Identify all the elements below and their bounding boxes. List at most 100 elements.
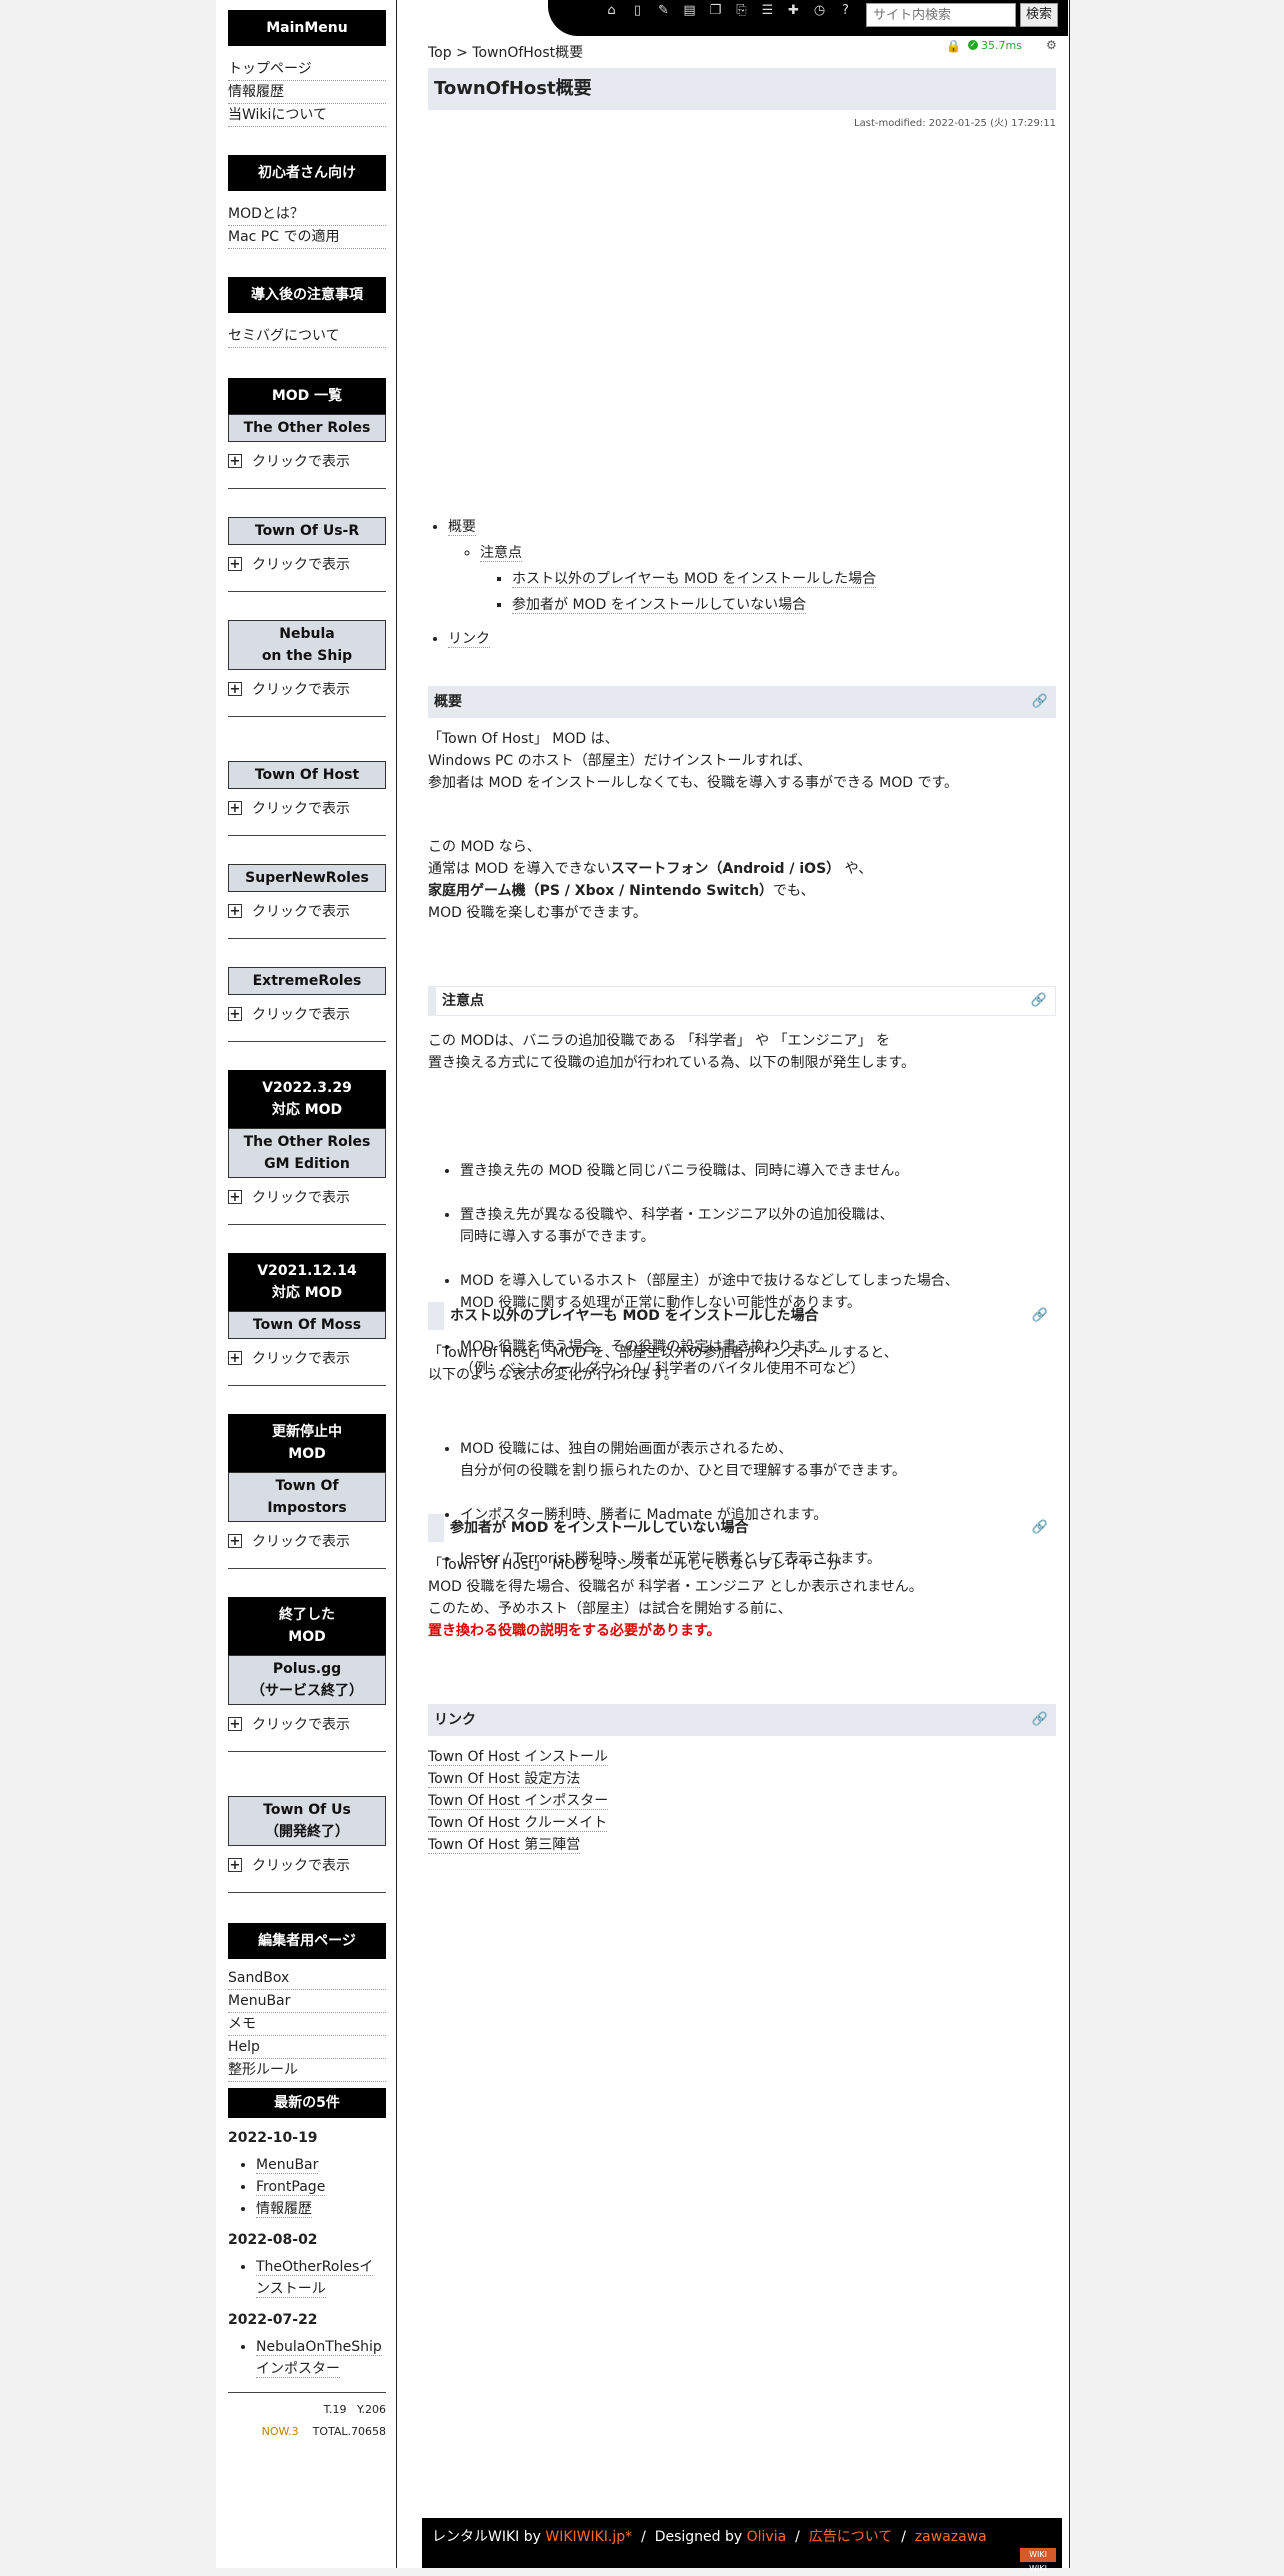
plus-icon[interactable]: +	[228, 1858, 242, 1872]
sidebar-link-memo[interactable]: メモ	[228, 2013, 386, 2036]
sidebar-toggle[interactable]: + クリックで表示	[228, 553, 386, 575]
toc-link-overview[interactable]: 概要	[448, 519, 476, 536]
link-impostor[interactable]: Town Of Host インポスター	[428, 1793, 609, 1810]
sidebar-mod-nebula: Nebula on the Ship	[228, 620, 386, 670]
notes-paragraph: この MODは、バニラの追加役職である 「科学者」 や 「エンジニア」 を 置き…	[428, 1030, 1056, 1074]
list-item: 置き換え先の MOD 役職と同じバニラ役職は、同時に導入できません。	[460, 1160, 1056, 1182]
toc-link-case1[interactable]: ホスト以外のプレイヤーも MOD をインストールした場合	[512, 571, 877, 588]
toggle-label[interactable]: クリックで表示	[252, 679, 350, 699]
copy-icon[interactable]: ❐	[706, 2, 725, 19]
sidebar-link-sandbox[interactable]: SandBox	[228, 1967, 386, 1990]
footer-link-ads[interactable]: 広告について	[809, 2529, 893, 2545]
plus-icon[interactable]: +	[228, 557, 242, 571]
sidebar-link-top[interactable]: トップページ	[228, 58, 386, 81]
wikiwiki-badge[interactable]: WIKI WIKI	[1020, 2548, 1056, 2573]
recent-link-frontpage[interactable]: FrontPage	[256, 2179, 326, 2196]
recent-icon[interactable]: ◷	[810, 2, 829, 19]
sidebar-link-semibug[interactable]: セミバグについて	[228, 325, 386, 348]
list-icon[interactable]: ☰	[758, 2, 777, 19]
sidebar-toggle[interactable]: + クリックで表示	[228, 1530, 386, 1552]
home-icon[interactable]: ⌂	[602, 2, 621, 19]
plus-icon[interactable]: +	[228, 1717, 242, 1731]
sidebar-toggle[interactable]: + クリックで表示	[228, 678, 386, 700]
edit-icon[interactable]: ✎	[654, 2, 673, 19]
recent-link-menubar[interactable]: MenuBar	[256, 2157, 319, 2174]
anchor-link-icon[interactable]: 🔗	[1032, 1704, 1048, 1736]
plus-icon[interactable]: +	[228, 1351, 242, 1365]
anchor-link-icon[interactable]: 🔗	[1032, 1302, 1048, 1330]
footer-link-olivia[interactable]: Olivia	[747, 2529, 787, 2545]
footer-link-zawazawa[interactable]: zawazawa	[915, 2529, 987, 2545]
plus-icon[interactable]: +	[228, 801, 242, 815]
toggle-label[interactable]: クリックで表示	[252, 554, 350, 574]
toc-link-links[interactable]: リンク	[448, 631, 490, 648]
sidebar-link-help[interactable]: Help	[228, 2036, 386, 2059]
new-icon[interactable]: ✚	[784, 2, 803, 19]
toggle-label[interactable]: クリックで表示	[252, 1714, 350, 1734]
plus-icon[interactable]: +	[228, 1190, 242, 1204]
plus-icon[interactable]: +	[228, 454, 242, 468]
sidebar-toggle[interactable]: + クリックで表示	[228, 450, 386, 472]
lock-icon[interactable]: 🔒	[946, 39, 961, 53]
text-span: 通常は MOD を導入できない	[428, 861, 611, 877]
diff-icon[interactable]: ▤	[680, 2, 699, 19]
sidebar-toggle[interactable]: + クリックで表示	[228, 1186, 386, 1208]
toc-link-case2[interactable]: 参加者が MOD をインストールしていない場合	[512, 597, 807, 614]
link-crewmate[interactable]: Town Of Host クルーメイト	[428, 1815, 608, 1832]
status-area: 🔒 ✓ 35.7ms ⚙	[946, 38, 1057, 53]
toggle-label[interactable]: クリックで表示	[252, 1855, 350, 1875]
recent-link-nebula-impostor[interactable]: NebulaOnTheShipインポスター	[256, 2339, 382, 2378]
footer: レンタルWIKI by WIKIWIKI.jp* / Designed by O…	[422, 2518, 1062, 2573]
section-heading-notes: 注意点 🔗	[428, 986, 1056, 1016]
toggle-label[interactable]: クリックで表示	[252, 451, 350, 471]
text-line: 参加者は MOD をインストールしなくても、役職を導入する事ができる MOD で…	[428, 775, 959, 791]
plus-icon[interactable]: +	[228, 682, 242, 696]
sidebar-link-history[interactable]: 情報履歴	[228, 81, 386, 104]
overview-paragraph-1: 「Town Of Host」 MOD は、 Windows PC のホスト（部屋…	[428, 728, 1056, 794]
link-third-faction[interactable]: Town Of Host 第三陣営	[428, 1837, 581, 1854]
link-install[interactable]: Town Of Host インストール	[428, 1749, 608, 1766]
plus-icon[interactable]: +	[228, 904, 242, 918]
sidebar-toggle[interactable]: + クリックで表示	[228, 1713, 386, 1735]
sidebar-link-mac[interactable]: Mac PC での適用	[228, 226, 386, 249]
sidebar-toggle[interactable]: + クリックで表示	[228, 1347, 386, 1369]
sidebar-toggle[interactable]: + クリックで表示	[228, 1854, 386, 1876]
breadcrumb-top[interactable]: Top	[428, 45, 452, 61]
toc-link-notes[interactable]: 注意点	[480, 545, 522, 562]
sidebar-link-about[interactable]: 当Wikiについて	[228, 104, 386, 127]
link-settings[interactable]: Town Of Host 設定方法	[428, 1771, 581, 1788]
sidebar-mod-town-of-us-r: Town Of Us-R	[228, 517, 386, 545]
response-time: 35.7ms	[981, 38, 1022, 52]
toggle-label[interactable]: クリックで表示	[252, 1004, 350, 1024]
attach-icon[interactable]: ⎘	[732, 2, 751, 19]
heading-text: リンク	[434, 1712, 476, 1728]
anchor-link-icon[interactable]: 🔗	[1031, 987, 1047, 1015]
sidebar-toggle[interactable]: + クリックで表示	[228, 797, 386, 819]
text-span: でも、	[773, 883, 815, 899]
sidebar-link-what-is-mod[interactable]: MODとは？	[228, 203, 386, 226]
footer-link-wikiwiki[interactable]: WIKIWIKI.jp*	[545, 2529, 632, 2545]
anchor-link-icon[interactable]: 🔗	[1032, 1514, 1048, 1542]
text-line: この MOD なら、	[428, 839, 541, 855]
sidebar-link-menubar[interactable]: MenuBar	[228, 1990, 386, 2013]
counter-total: TOTAL.70658	[312, 2425, 386, 2438]
help-icon[interactable]: ?	[836, 2, 855, 19]
sidebar-toggle[interactable]: + クリックで表示	[228, 900, 386, 922]
gear-icon[interactable]: ⚙	[1046, 38, 1057, 52]
search-input[interactable]	[866, 3, 1016, 27]
plus-icon[interactable]: +	[228, 1007, 242, 1021]
search-button[interactable]: 検索	[1020, 3, 1058, 27]
recent-link-tor-install[interactable]: TheOtherRolesインストール	[256, 2259, 374, 2298]
text-line: このため、予めホスト（部屋主）は試合を開始する前に、	[428, 1601, 792, 1617]
plus-icon[interactable]: +	[228, 1534, 242, 1548]
toggle-label[interactable]: クリックで表示	[252, 1187, 350, 1207]
sidebar-link-format-rules[interactable]: 整形ルール	[228, 2059, 386, 2082]
sidebar-toggle[interactable]: + クリックで表示	[228, 1003, 386, 1025]
anchor-link-icon[interactable]: 🔗	[1032, 686, 1048, 718]
toggle-label[interactable]: クリックで表示	[252, 1348, 350, 1368]
page-icon[interactable]: ▯	[628, 2, 647, 19]
recent-link-history[interactable]: 情報履歴	[256, 2201, 312, 2218]
toggle-label[interactable]: クリックで表示	[252, 798, 350, 818]
toggle-label[interactable]: クリックで表示	[252, 1531, 350, 1551]
toggle-label[interactable]: クリックで表示	[252, 901, 350, 921]
